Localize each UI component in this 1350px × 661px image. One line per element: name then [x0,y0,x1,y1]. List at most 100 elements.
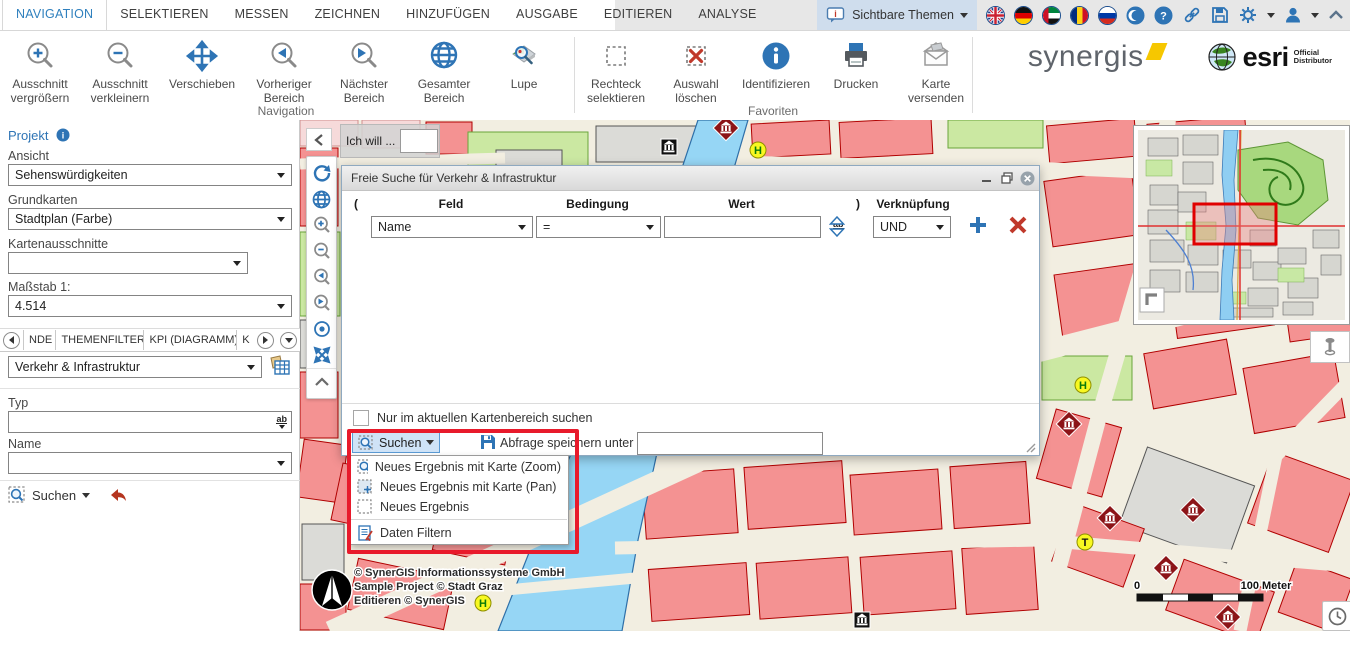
visible-themes-button[interactable]: i Sichtbare Themen [817,0,977,30]
massstab-select[interactable]: 4.514 [8,295,292,317]
zoom-in-map-button[interactable] [307,212,336,238]
select-rectangle-button[interactable]: Rechteck selektieren [576,35,656,105]
tab-analyse[interactable]: ANALYSE [685,0,769,30]
user-icon[interactable] [1284,6,1302,24]
next-extent-map-button[interactable] [307,290,336,316]
ich-will-input[interactable] [400,129,438,153]
full-extent-small-button[interactable] [307,186,336,212]
link-operator-select[interactable]: UND [873,216,951,238]
menu-item-result-new[interactable]: Neues Ergebnis [350,497,568,517]
add-row-button[interactable] [968,215,988,235]
visible-themes-label: Sichtbare Themen [852,8,954,22]
map-marker-museum-square [661,139,677,155]
overview-map[interactable] [1133,125,1350,325]
chevron-up-icon [314,376,330,388]
map-pin-tool-button[interactable] [1310,331,1350,363]
flag-uk-icon[interactable] [986,6,1005,25]
search-selection-icon [358,435,374,451]
theme-select[interactable]: Verkehr & Infrastruktur [8,356,262,378]
zoom-out-map-button[interactable] [307,238,336,264]
center-map-button[interactable] [307,316,336,342]
settings-caret-icon[interactable] [1267,13,1275,18]
condition-select[interactable]: = [536,216,661,238]
collapse-ribbon-icon[interactable] [1328,9,1344,21]
night-mode-icon[interactable] [1126,6,1145,25]
ansicht-select[interactable]: Sehenswürdigkeiten [8,164,292,186]
tab-themenfilter[interactable]: THEMENFILTER [55,330,143,350]
map-extent-checkbox[interactable] [353,410,369,426]
map-extent-checkbox-row: Nur im aktuellen Kartenbereich suchen [353,410,592,426]
link-icon[interactable] [1182,5,1202,25]
attribute-table-icon[interactable] [268,354,292,378]
maximize-button[interactable] [999,170,1015,186]
tabs-scroll-left-button[interactable] [3,332,20,349]
remove-row-button[interactable] [1008,215,1028,235]
identify-button[interactable]: Identifizieren [736,35,816,91]
ribbon-group-favoriten: Rechteck selektieren Auswahl löschen Ide… [576,31,970,119]
flag-romania-icon[interactable] [1070,6,1089,25]
user-caret-icon[interactable] [1311,13,1319,18]
history-clock-button[interactable] [1322,601,1350,631]
kartenausschnitte-select[interactable] [8,252,248,274]
speech-info-icon: i [826,6,846,24]
reset-undo-icon[interactable] [108,487,128,503]
value-input[interactable] [665,218,833,236]
tab-kpi-diagramm[interactable]: KPI (DIAGRAMM) [143,330,236,350]
field-select[interactable]: Name [371,216,533,238]
tab-messen[interactable]: MESSEN [222,0,302,30]
previous-extent-map-button[interactable] [307,264,336,290]
menu-item-result-pan[interactable]: Neues Ergebnis mit Karte (Pan) [350,477,568,497]
close-icon [1020,171,1035,186]
tabs-scroll-right-button[interactable] [257,332,274,349]
grundkarten-select[interactable]: Stadtplan (Farbe) [8,208,292,230]
save-icon[interactable] [1211,6,1229,24]
previous-extent-button[interactable]: Vorheriger Bereich [244,35,324,105]
flag-germany-icon[interactable] [1014,6,1033,25]
tab-selektieren[interactable]: SELEKTIEREN [107,0,221,30]
lupe-button[interactable]: Lupe [484,35,564,91]
overview-collapse-button[interactable] [1140,288,1164,312]
tabs-list-button[interactable] [280,332,297,349]
zoom-in-button[interactable]: Ausschnitt vergrößern [0,35,80,105]
tab-hinzufuegen[interactable]: HINZUFÜGEN [393,0,503,30]
settings-gear-icon[interactable] [1238,5,1258,25]
next-extent-button[interactable]: Nächster Bereich [324,35,404,105]
tab-editieren[interactable]: EDITIEREN [591,0,685,30]
zoom-out-button[interactable]: Ausschnitt verkleinern [80,35,160,105]
send-map-button[interactable]: Karte versenden [896,35,976,105]
search-options-caret-icon[interactable] [82,493,90,498]
project-info-icon[interactable]: i [56,128,70,142]
tab-nde[interactable]: NDE [23,330,55,350]
clear-selection-button[interactable]: Auswahl löschen [656,35,736,105]
flag-russia-icon[interactable] [1098,6,1117,25]
sidebar-collapse-button[interactable] [306,128,332,151]
tab-navigation[interactable]: NAVIGATION [2,0,107,30]
name-select[interactable] [8,452,292,474]
flag-uae-icon[interactable] [1042,6,1061,25]
refresh-button[interactable] [307,160,336,186]
dialog-titlebar[interactable]: Freie Suche für Verkehr & Infrastruktur [342,166,1039,191]
expand-map-button[interactable] [307,342,336,368]
typ-input[interactable] [9,413,276,431]
save-query-input[interactable] [637,432,823,455]
tab-truncated[interactable]: K [236,330,254,350]
minimize-button[interactable] [979,170,995,186]
resize-grip[interactable] [1025,442,1036,453]
sidebar-search-button[interactable]: Suchen [32,488,76,503]
menu-item-filter-data[interactable]: Daten Filtern [350,522,568,543]
print-button[interactable]: Drucken [816,35,896,91]
tab-zeichnen[interactable]: ZEICHNEN [302,0,394,30]
tab-ausgabe[interactable]: AUSGABE [503,0,591,30]
overview-extent-rectangle[interactable] [1194,204,1276,244]
help-icon[interactable]: ? [1154,6,1173,25]
svg-text:H: H [479,598,487,610]
pan-button[interactable]: Verschieben [160,35,244,91]
map-toolbar [306,156,337,399]
dialog-search-button[interactable]: Suchen [352,432,440,453]
menu-item-result-zoom[interactable]: Neues Ergebnis mit Karte (Zoom) [350,457,568,477]
reorder-updown-icon[interactable] [829,216,845,237]
map-viewport[interactable]: HHHT © SynerGIS Informationssysteme GmbH… [300,120,1350,631]
toolbar-collapse-button[interactable] [307,368,336,395]
close-button[interactable] [1019,170,1035,186]
full-extent-button[interactable]: Gesamter Bereich [404,35,484,105]
